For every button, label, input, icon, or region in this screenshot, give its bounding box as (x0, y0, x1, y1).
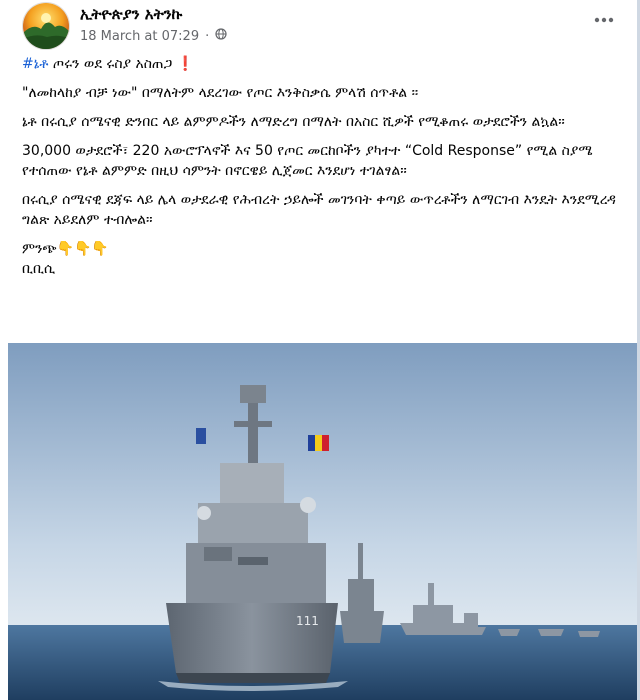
source-block: ምንጭ👇👇👇 ቢቢሲ (22, 239, 622, 279)
more-options-icon[interactable] (592, 10, 616, 30)
post-meta: 18 March at 07:29 · (80, 28, 227, 44)
exclamation-icon: ❗ (176, 56, 195, 72)
post-text: #ኔቶ ጦሩን ወደ ሩስያ አስጠጋ ❗ "ለመከላከያ ብቻ ነው" በማለ… (22, 54, 622, 279)
paragraph-2: ኔቶ በሩሲያ ሰሜናዊ ድንበር ላይ ልምምዶችን ለማድረግ በማለት በ… (22, 114, 565, 130)
facebook-post: ኢትዮጵያን አትንኩ 18 March at 07:29 · #ኔቶ ጦሩን … (0, 0, 640, 700)
source-label: ምንጭ👇👇👇 (22, 241, 109, 257)
paragraph-3: 30,000 ወታደሮች፣ 220 አውሮፕላኖች እና 50 የጦር መርከቦ… (22, 143, 593, 179)
post-headline: #ኔቶ ጦሩን ወደ ሩስያ አስጠጋ ❗ (22, 54, 622, 74)
post-timestamp[interactable]: 18 March at 07:29 (80, 29, 199, 44)
post-photo[interactable]: 111 (8, 343, 640, 700)
page-name[interactable]: ኢትዮጵያን አትንኩ (80, 5, 182, 23)
headline-text: ጦሩን ወደ ሩስያ አስጠጋ (48, 56, 173, 72)
post-header: ኢትዮጵያን አትንኩ 18 March at 07:29 · (0, 0, 640, 50)
paragraph-1: "ለመከላከያ ብቻ ነው" በማለትም ላደረገው የጦር እንቅስቃሴ ምላ… (22, 85, 419, 101)
globe-icon (215, 28, 227, 44)
ship-number: 111 (296, 614, 319, 628)
hashtag-link[interactable]: #ኔቶ (22, 56, 48, 72)
meta-separator: · (205, 28, 210, 44)
avatar-image (23, 3, 69, 49)
source-name: ቢቢሲ (22, 261, 56, 277)
warship-photo: 111 (8, 343, 640, 700)
paragraph-4: በሩሲያ ሰሜናዊ ደጃፍ ላይ ሌላ ወታደራዊ የሕብረት ኃይሎች መገን… (22, 192, 616, 228)
page-avatar[interactable] (22, 2, 70, 50)
